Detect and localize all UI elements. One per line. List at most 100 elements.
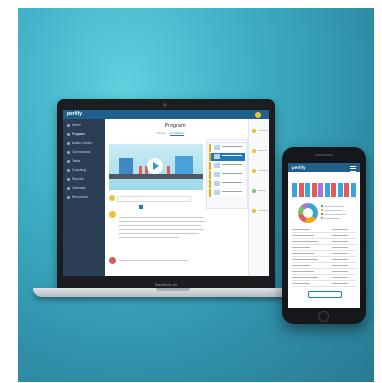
- lesson-playlist: [206, 139, 248, 209]
- sidebar-item-program[interactable]: Program: [67, 132, 85, 137]
- play-icon[interactable]: [147, 158, 163, 174]
- discussion-post: [109, 211, 209, 255]
- calendar-day-cell[interactable]: [331, 183, 336, 197]
- tab-curriculum[interactable]: Curriculum: [169, 131, 185, 136]
- app-sidebar: Home Program Action Center Connections Tasks…: [63, 119, 105, 276]
- post-text-line: [119, 237, 179, 238]
- activity-line: [258, 210, 268, 211]
- list-item[interactable]: [209, 162, 245, 170]
- sidebar-item-calendar[interactable]: Calendar: [67, 186, 85, 191]
- post-text-line: [119, 229, 204, 230]
- avatar: [109, 257, 116, 264]
- nav-bullet-icon: [67, 186, 70, 190]
- legend-line: [324, 217, 340, 219]
- view-more-button[interactable]: [308, 291, 342, 298]
- home-button[interactable]: [318, 311, 329, 322]
- calendar-header: [292, 177, 356, 181]
- nav-bullet-icon: [67, 132, 70, 136]
- table-cell-line: [292, 277, 318, 278]
- activity-line: [258, 150, 267, 151]
- list-item[interactable]: [209, 144, 245, 152]
- calendar-day-cell[interactable]: [344, 183, 349, 197]
- sidebar-item-resources[interactable]: Resources: [67, 195, 88, 200]
- sidebar-item-coaching[interactable]: Coaching: [67, 168, 86, 173]
- avatar[interactable]: [255, 111, 261, 118]
- tab-home[interactable]: Home: [157, 131, 165, 135]
- bottle-graphic: [167, 166, 170, 174]
- sidebar-item-tasks[interactable]: Tasks: [67, 159, 80, 164]
- table-cell-line: [292, 265, 310, 266]
- table-cell-line: [332, 247, 348, 248]
- badge-icon: [252, 129, 256, 133]
- sidebar-item-action-center[interactable]: Action Center: [67, 141, 92, 146]
- activity-line: [258, 190, 266, 191]
- post-text-line: [119, 221, 205, 222]
- legend-swatch: [321, 213, 323, 215]
- app-logo[interactable]: perlify: [67, 111, 82, 117]
- table-cell-line: [332, 271, 348, 272]
- list-item[interactable]: [209, 171, 245, 179]
- phone-topbar: perlify: [288, 163, 360, 172]
- list-item[interactable]: [209, 189, 245, 197]
- sidebar-item-label: Resources: [72, 195, 88, 199]
- playlist-header: [207, 140, 247, 143]
- legend-line: [324, 205, 344, 207]
- table-cell-line: [292, 247, 310, 248]
- table-row-divider: [292, 244, 356, 245]
- nav-bullet-icon: [67, 159, 70, 163]
- calendar-day-cell[interactable]: [305, 183, 310, 197]
- sidebar-item-label: Tasks: [72, 159, 81, 163]
- table-cell-line: [332, 253, 348, 254]
- smartphone: perlify: [282, 147, 366, 324]
- post-text-line: [119, 233, 199, 234]
- nav-bullet-icon: [67, 123, 70, 127]
- camera-icon: [163, 103, 167, 107]
- factory-machine-graphic: [119, 158, 133, 174]
- ask-input[interactable]: [117, 196, 191, 202]
- product-mockup-scene: perlify Home Program Action Center Connecti…: [0, 0, 382, 383]
- calendar-day-cell[interactable]: [298, 183, 304, 197]
- activity-line: [258, 170, 268, 171]
- laptop-lid: perlify Home Program Action Center Connecti…: [57, 99, 275, 289]
- list-item[interactable]: [209, 153, 245, 161]
- calendar-day-cell[interactable]: [318, 183, 323, 197]
- badge-icon: [252, 209, 256, 213]
- discussion-post: [109, 257, 209, 273]
- calendar-day-cell[interactable]: [292, 183, 297, 197]
- sidebar-item-home[interactable]: Home: [67, 123, 81, 128]
- post-text-line: [119, 217, 203, 218]
- table-row-divider: [292, 250, 356, 251]
- sidebar-item-label: Home: [72, 123, 81, 127]
- legend-line: [324, 209, 342, 211]
- video-player[interactable]: [109, 144, 203, 190]
- nav-bullet-icon: [67, 168, 70, 172]
- badge-icon: [252, 189, 256, 193]
- page-title: Program: [164, 123, 186, 129]
- factory-machine-graphic: [175, 156, 193, 174]
- calendar-day-cell[interactable]: [311, 183, 317, 197]
- sidebar-item-reports[interactable]: Reports: [67, 177, 84, 182]
- sidebar-item-label: Reports: [72, 177, 84, 181]
- conveyor-belt-graphic: [109, 174, 203, 179]
- table-row-divider: [292, 286, 356, 287]
- app-logo[interactable]: perlify: [292, 165, 306, 170]
- table-cell-line: [292, 259, 318, 260]
- sidebar-item-connections[interactable]: Connections: [67, 150, 90, 155]
- list-item[interactable]: [209, 180, 245, 188]
- table-cell-line: [292, 283, 310, 284]
- donut-chart-graphic: [298, 203, 318, 223]
- ask-question-bar: [109, 195, 203, 202]
- laptop-brand-label: MacBook Air: [154, 282, 178, 287]
- calendar-day-cell[interactable]: [350, 183, 356, 197]
- filter-tab[interactable]: ​: [139, 205, 143, 209]
- table-cell-line: [292, 241, 318, 242]
- sidebar-item-label: Calendar: [72, 186, 86, 190]
- table-cell-line: [332, 229, 348, 230]
- post-text-line: [119, 260, 189, 261]
- calendar-day-cell[interactable]: [324, 183, 330, 197]
- badge-icon: [252, 149, 256, 153]
- nav-bullet-icon: [67, 177, 70, 181]
- calendar-day-cell[interactable]: [337, 183, 343, 197]
- table-cell-line: [292, 253, 314, 254]
- hamburger-menu-icon[interactable]: [350, 165, 356, 172]
